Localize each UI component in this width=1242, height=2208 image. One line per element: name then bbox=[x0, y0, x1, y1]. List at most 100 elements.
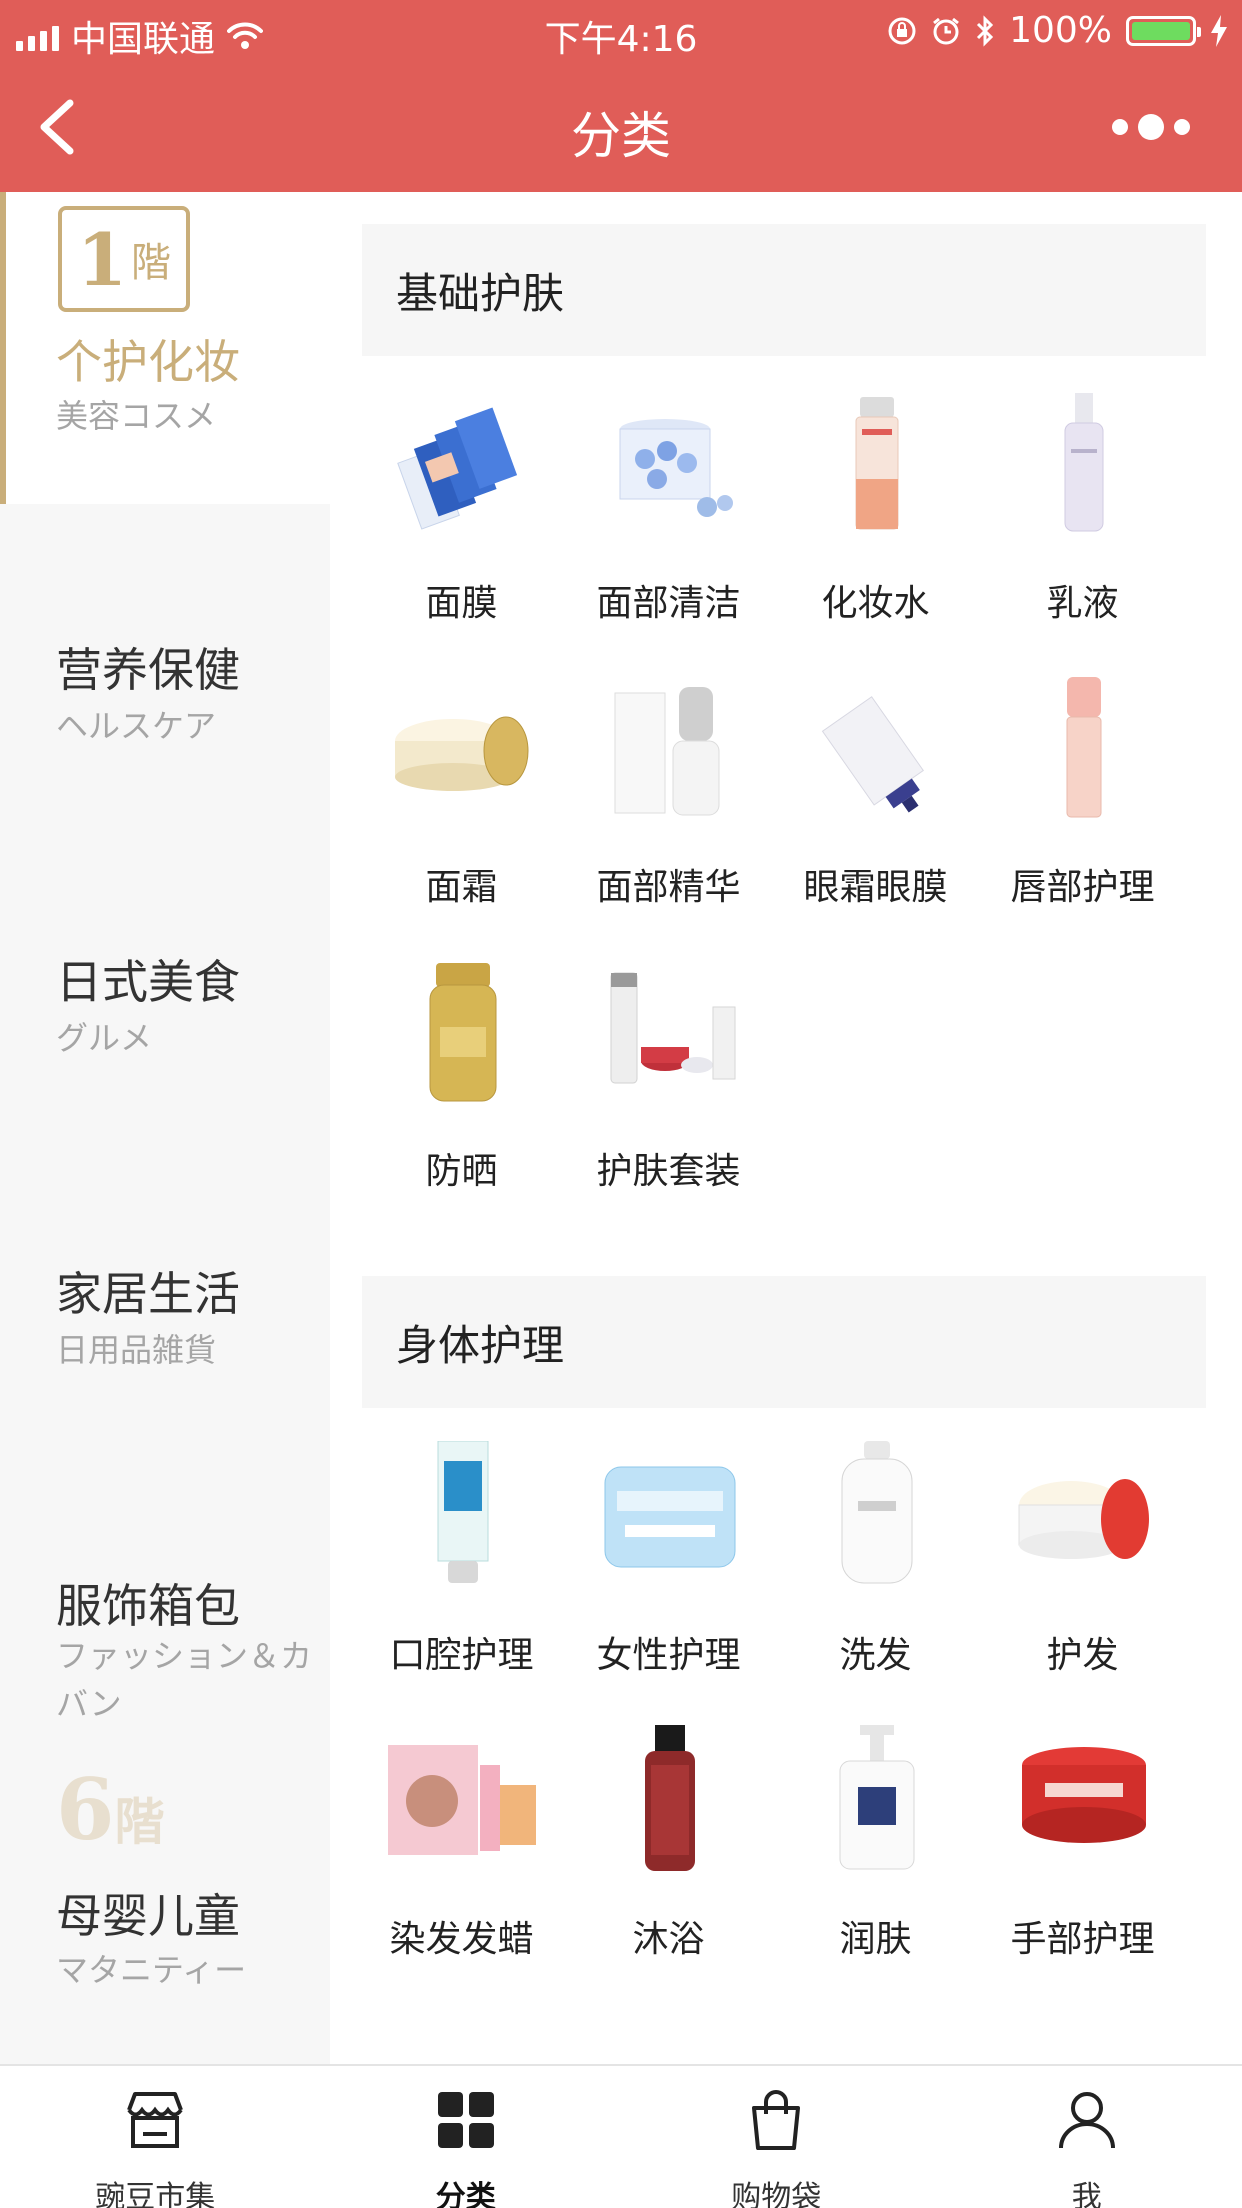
sidebar-item-subtitle: 美容コスメ bbox=[56, 397, 217, 435]
category-item-toner[interactable]: 化妆水 bbox=[772, 384, 979, 654]
hand-cream-icon bbox=[1009, 1720, 1159, 1880]
category-item-label: 面部精华 bbox=[596, 867, 741, 908]
sidebar-item-food[interactable]: 日式美食 グルメ bbox=[0, 816, 330, 1128]
toothpaste-icon bbox=[388, 1436, 538, 1596]
sidebar-item-health[interactable]: 营养保健 ヘルスケア bbox=[0, 504, 330, 816]
category-item-partial[interactable] bbox=[358, 2004, 565, 2064]
product-thumbnail-icon bbox=[1009, 2004, 1159, 2064]
bluetooth-icon bbox=[977, 14, 994, 47]
store-icon bbox=[127, 2092, 184, 2148]
serum-icon bbox=[595, 668, 745, 828]
category-item-sunscreen[interactable]: 防晒 bbox=[358, 952, 565, 1222]
face-mask-icon bbox=[388, 384, 538, 544]
category-item-eye-cream[interactable]: 眼霜眼膜 bbox=[772, 668, 979, 938]
more-dots-icon bbox=[1112, 119, 1128, 135]
skincare-set-icon bbox=[595, 952, 745, 1112]
product-thumbnail-icon bbox=[388, 2004, 538, 2064]
category-item-oral-care[interactable]: 口腔护理 bbox=[358, 1436, 565, 1706]
category-item-body-wash[interactable]: 沐浴 bbox=[565, 1720, 772, 1990]
lotion-bottle-icon bbox=[1009, 384, 1159, 544]
section-header: 基础护肤 bbox=[362, 224, 1206, 356]
category-content: 基础护肤 面膜 面部清洁 化妆水 乳液 面霜 面部精华 眼霜眼膜 唇部护理 防晒… bbox=[330, 192, 1242, 2064]
nav-bar: 分类 bbox=[0, 62, 1242, 192]
sidebar-item-subtitle: グルメ bbox=[56, 1019, 153, 1057]
body-wash-icon bbox=[595, 1720, 745, 1880]
shampoo-bottle-icon bbox=[802, 1436, 952, 1596]
lip-balm-icon bbox=[1009, 668, 1159, 828]
category-item-label: 洗发 bbox=[839, 1635, 912, 1676]
sidebar-item-subtitle: ファッション＆カバン bbox=[56, 1637, 313, 1723]
tab-label: 豌豆市集 bbox=[95, 2180, 216, 2208]
toner-bottle-icon bbox=[802, 384, 952, 544]
category-sidebar: 1階 个护化妆 美容コスメ 营养保健 ヘルスケア 日式美食 グルメ 家居生活 日… bbox=[0, 192, 330, 2064]
sidebar-item-personal-care[interactable]: 1階 个护化妆 美容コスメ bbox=[0, 192, 330, 504]
tab-shopping-bag[interactable]: 购物袋 bbox=[621, 2066, 932, 2208]
category-item-cream[interactable]: 面霜 bbox=[358, 668, 565, 938]
tab-bar: 豌豆市集 分类 购物袋 我 bbox=[0, 2064, 1242, 2208]
category-item-label: 化妆水 bbox=[821, 583, 930, 624]
category-item-label: 面霜 bbox=[425, 867, 498, 908]
category-item-label: 面膜 bbox=[425, 583, 498, 624]
hair-mask-jar-icon bbox=[1009, 1436, 1159, 1596]
category-item-hair-care[interactable]: 护发 bbox=[979, 1436, 1186, 1706]
grid-icon bbox=[437, 2092, 494, 2148]
category-item-label: 护肤套装 bbox=[596, 1151, 741, 1192]
charging-icon bbox=[1211, 14, 1227, 47]
category-item-hand-care[interactable]: 手部护理 bbox=[979, 1720, 1186, 1990]
person-icon bbox=[1058, 2092, 1115, 2149]
product-thumbnail-icon bbox=[595, 2004, 745, 2064]
category-item-label: 面部清洁 bbox=[596, 583, 741, 624]
more-button[interactable] bbox=[1096, 102, 1206, 152]
category-item-lip-care[interactable]: 唇部护理 bbox=[979, 668, 1186, 938]
sidebar-item-subtitle: マタニティー bbox=[56, 1951, 247, 1989]
sidebar-item-baby[interactable]: 母婴儿童 マタニティー bbox=[0, 1832, 330, 2064]
eye-cream-tube-icon bbox=[802, 668, 952, 828]
category-item-partial[interactable] bbox=[565, 2004, 772, 2064]
sanitary-pad-icon bbox=[595, 1436, 745, 1596]
category-item-label: 防晒 bbox=[425, 1151, 498, 1192]
tab-me[interactable]: 我 bbox=[932, 2066, 1242, 2208]
category-item-label: 手部护理 bbox=[1010, 1919, 1155, 1960]
sidebar-item-fashion[interactable]: 服饰箱包 ファッション＆カバン bbox=[0, 1440, 330, 1752]
tab-label: 我 bbox=[1071, 2180, 1102, 2208]
category-item-lotion[interactable]: 乳液 bbox=[979, 384, 1186, 654]
category-item-label: 护发 bbox=[1046, 1635, 1119, 1676]
orientation-lock-icon bbox=[888, 17, 916, 44]
category-item-label: 沐浴 bbox=[632, 1919, 705, 1960]
alarm-icon bbox=[933, 17, 960, 44]
category-item-label: 染发发蜡 bbox=[389, 1919, 534, 1960]
tab-category[interactable]: 分类 bbox=[311, 2066, 622, 2208]
sidebar-item-subtitle: 日用品雑貨 bbox=[56, 1331, 217, 1369]
sidebar-item-title: 营养保健 bbox=[56, 643, 240, 697]
tab-label: 分类 bbox=[435, 2180, 496, 2208]
category-item-partial[interactable] bbox=[979, 2004, 1186, 2064]
cream-jar-icon bbox=[388, 668, 538, 828]
category-item-hair-dye[interactable]: 染发发蜡 bbox=[358, 1720, 565, 1990]
category-item-label: 乳液 bbox=[1046, 583, 1119, 624]
sidebar-item-title: 母婴儿童 bbox=[56, 1889, 240, 1943]
status-bar: 中国联通 下午4:16 100% bbox=[0, 0, 1242, 62]
hair-dye-icon bbox=[388, 1720, 538, 1880]
category-item-serum[interactable]: 面部精华 bbox=[565, 668, 772, 938]
category-item-label: 眼霜眼膜 bbox=[803, 867, 948, 908]
category-item-label: 女性护理 bbox=[596, 1635, 741, 1676]
category-item-skincare-set[interactable]: 护肤套装 bbox=[565, 952, 772, 1222]
sidebar-item-home[interactable]: 家居生活 日用品雑貨 bbox=[0, 1128, 330, 1440]
sidebar-item-title: 个护化妆 bbox=[56, 335, 240, 389]
sunscreen-icon bbox=[388, 952, 538, 1112]
category-item-face-mask[interactable]: 面膜 bbox=[358, 384, 565, 654]
category-item-feminine-care[interactable]: 女性护理 bbox=[565, 1436, 772, 1706]
category-item-label: 口腔护理 bbox=[389, 1635, 534, 1676]
sidebar-item-subtitle: ヘルスケア bbox=[56, 707, 217, 745]
floor-badge: 1階 bbox=[58, 206, 190, 312]
sidebar-item-title: 服饰箱包 bbox=[56, 1579, 240, 1633]
category-item-cleansing[interactable]: 面部清洁 bbox=[565, 384, 772, 654]
battery-icon bbox=[1126, 15, 1201, 46]
page-title: 分类 bbox=[571, 107, 671, 165]
category-item-body-lotion[interactable]: 润肤 bbox=[772, 1720, 979, 1990]
tab-market[interactable]: 豌豆市集 bbox=[0, 2066, 311, 2208]
cleansing-icon bbox=[595, 384, 745, 544]
category-item-shampoo[interactable]: 洗发 bbox=[772, 1436, 979, 1706]
body-lotion-pump-icon bbox=[802, 1720, 952, 1880]
section-header: 身体护理 bbox=[362, 1276, 1206, 1408]
